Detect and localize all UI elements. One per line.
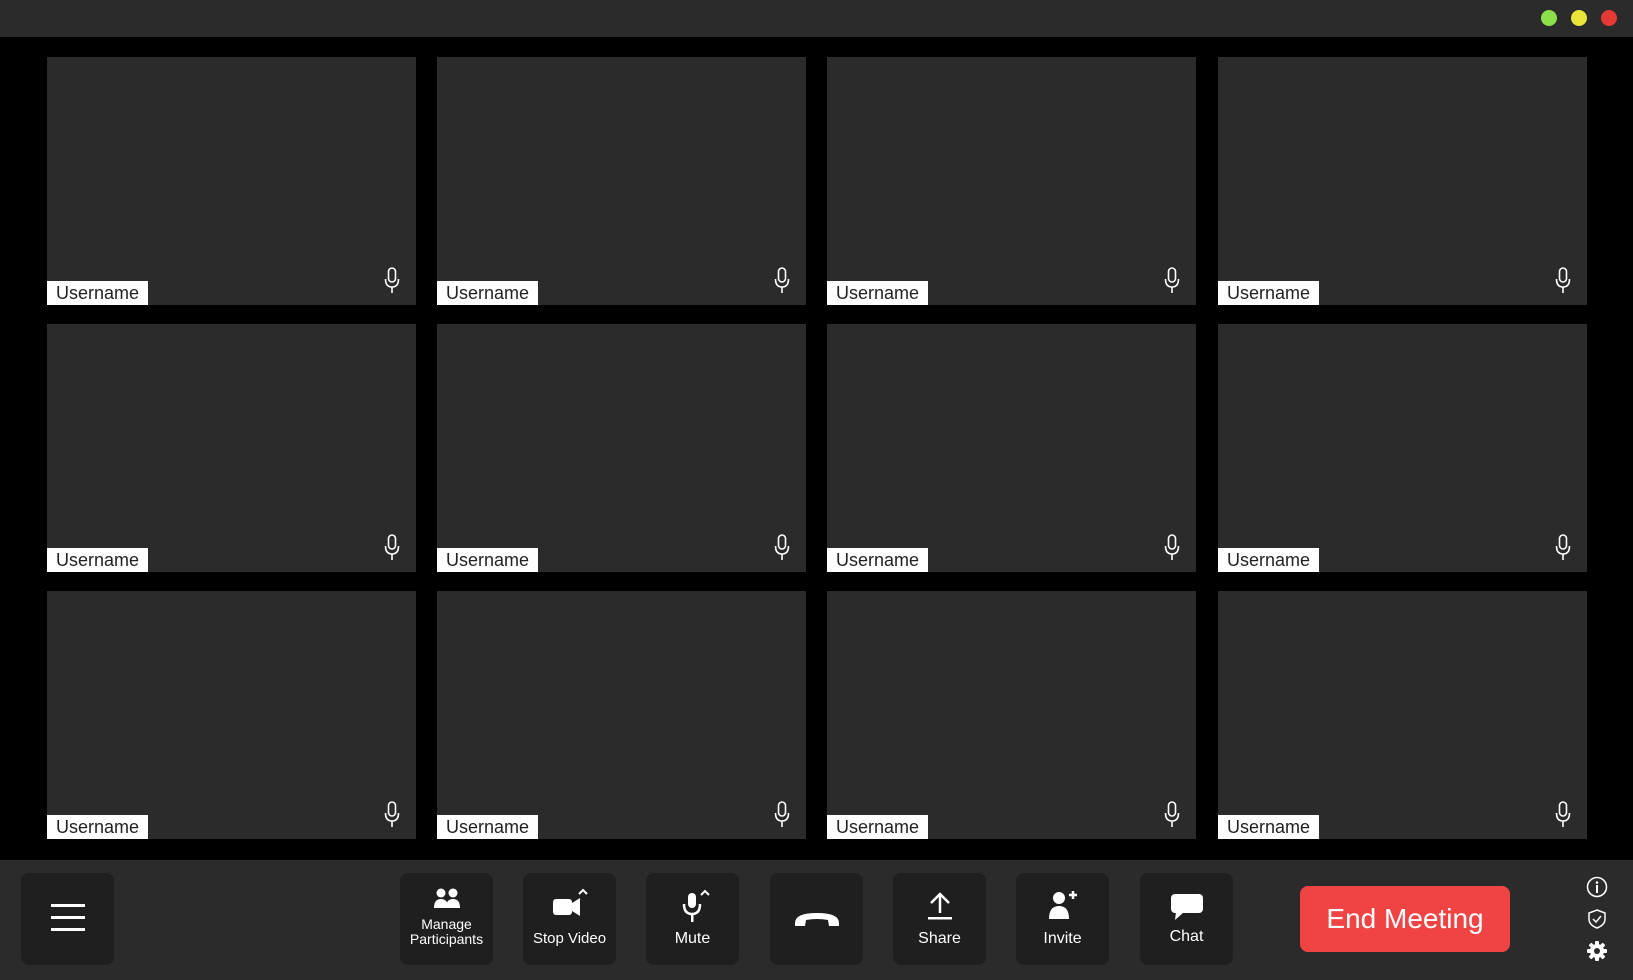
video-camera-icon — [523, 887, 616, 919]
mic-icon — [1164, 801, 1180, 829]
window-green-dot[interactable] — [1541, 10, 1557, 26]
shield-icon[interactable] — [1586, 908, 1608, 930]
chat-bubble-icon — [1140, 893, 1233, 921]
mic-icon — [1555, 801, 1571, 829]
participant-name-label: Username — [47, 281, 149, 305]
mic-icon — [1555, 534, 1571, 562]
mute-label: Mute — [674, 930, 711, 947]
participant-name-label: Username — [827, 548, 929, 572]
mic-icon — [1164, 534, 1180, 562]
participant-grid: Username Username Username Username Username… — [0, 37, 1633, 860]
participant-name-label: Username — [47, 548, 149, 572]
participant-tile[interactable]: Username — [1218, 324, 1587, 572]
participant-name-label: Username — [1218, 815, 1320, 839]
invite-button[interactable]: Invite — [1016, 873, 1109, 965]
phone-hangup-icon — [770, 909, 863, 929]
add-user-icon — [1016, 889, 1109, 921]
window-red-dot[interactable] — [1601, 10, 1617, 26]
info-icon[interactable] — [1586, 876, 1608, 898]
manage-participants-label: Manage Participants — [409, 916, 484, 947]
share-button[interactable]: Share — [893, 873, 986, 965]
share-upload-icon — [893, 891, 986, 921]
participant-name-label: Username — [437, 815, 539, 839]
participants-icon — [400, 888, 493, 910]
mute-button[interactable]: Mute — [646, 873, 739, 965]
mic-icon — [1164, 267, 1180, 295]
participant-name-label: Username — [827, 281, 929, 305]
participant-name-label: Username — [437, 281, 539, 305]
participant-tile[interactable]: Username — [827, 57, 1196, 305]
end-meeting-button[interactable]: End Meeting — [1300, 886, 1510, 952]
manage-participants-button[interactable]: Manage Participants — [400, 873, 493, 965]
gear-icon[interactable] — [1586, 940, 1608, 962]
participant-name-label: Username — [1218, 281, 1320, 305]
participant-tile[interactable]: Username — [1218, 57, 1587, 305]
meeting-control-bar: Manage Participants Stop Video Mute Shar… — [0, 860, 1633, 980]
chat-button[interactable]: Chat — [1140, 873, 1233, 965]
participant-tile[interactable]: Username — [827, 591, 1196, 839]
participant-name-label: Username — [827, 815, 929, 839]
participant-tile[interactable]: Username — [47, 591, 416, 839]
hang-up-button[interactable] — [770, 873, 863, 965]
participant-tile[interactable]: Username — [437, 57, 806, 305]
mic-icon — [384, 801, 400, 829]
mic-icon — [1555, 267, 1571, 295]
participant-tile[interactable]: Username — [827, 324, 1196, 572]
participant-tile[interactable]: Username — [1218, 591, 1587, 839]
window-yellow-dot[interactable] — [1571, 10, 1587, 26]
mic-icon — [774, 534, 790, 562]
participant-tile[interactable]: Username — [47, 57, 416, 305]
microphone-icon — [646, 887, 739, 925]
invite-label: Invite — [1043, 930, 1082, 947]
participant-name-label: Username — [47, 815, 149, 839]
participant-tile[interactable]: Username — [47, 324, 416, 572]
mic-icon — [774, 801, 790, 829]
mic-icon — [384, 267, 400, 295]
participant-tile[interactable]: Username — [437, 591, 806, 839]
participant-tile[interactable]: Username — [437, 324, 806, 572]
stop-video-button[interactable]: Stop Video — [523, 873, 616, 965]
mic-icon — [384, 534, 400, 562]
chat-label: Chat — [1169, 928, 1204, 945]
hamburger-menu-icon — [21, 903, 114, 933]
window-titlebar — [0, 0, 1633, 37]
participant-name-label: Username — [1218, 548, 1320, 572]
stop-video-label: Stop Video — [532, 930, 607, 947]
menu-button[interactable] — [21, 873, 114, 965]
share-label: Share — [918, 930, 961, 947]
mic-icon — [774, 267, 790, 295]
participant-name-label: Username — [437, 548, 539, 572]
